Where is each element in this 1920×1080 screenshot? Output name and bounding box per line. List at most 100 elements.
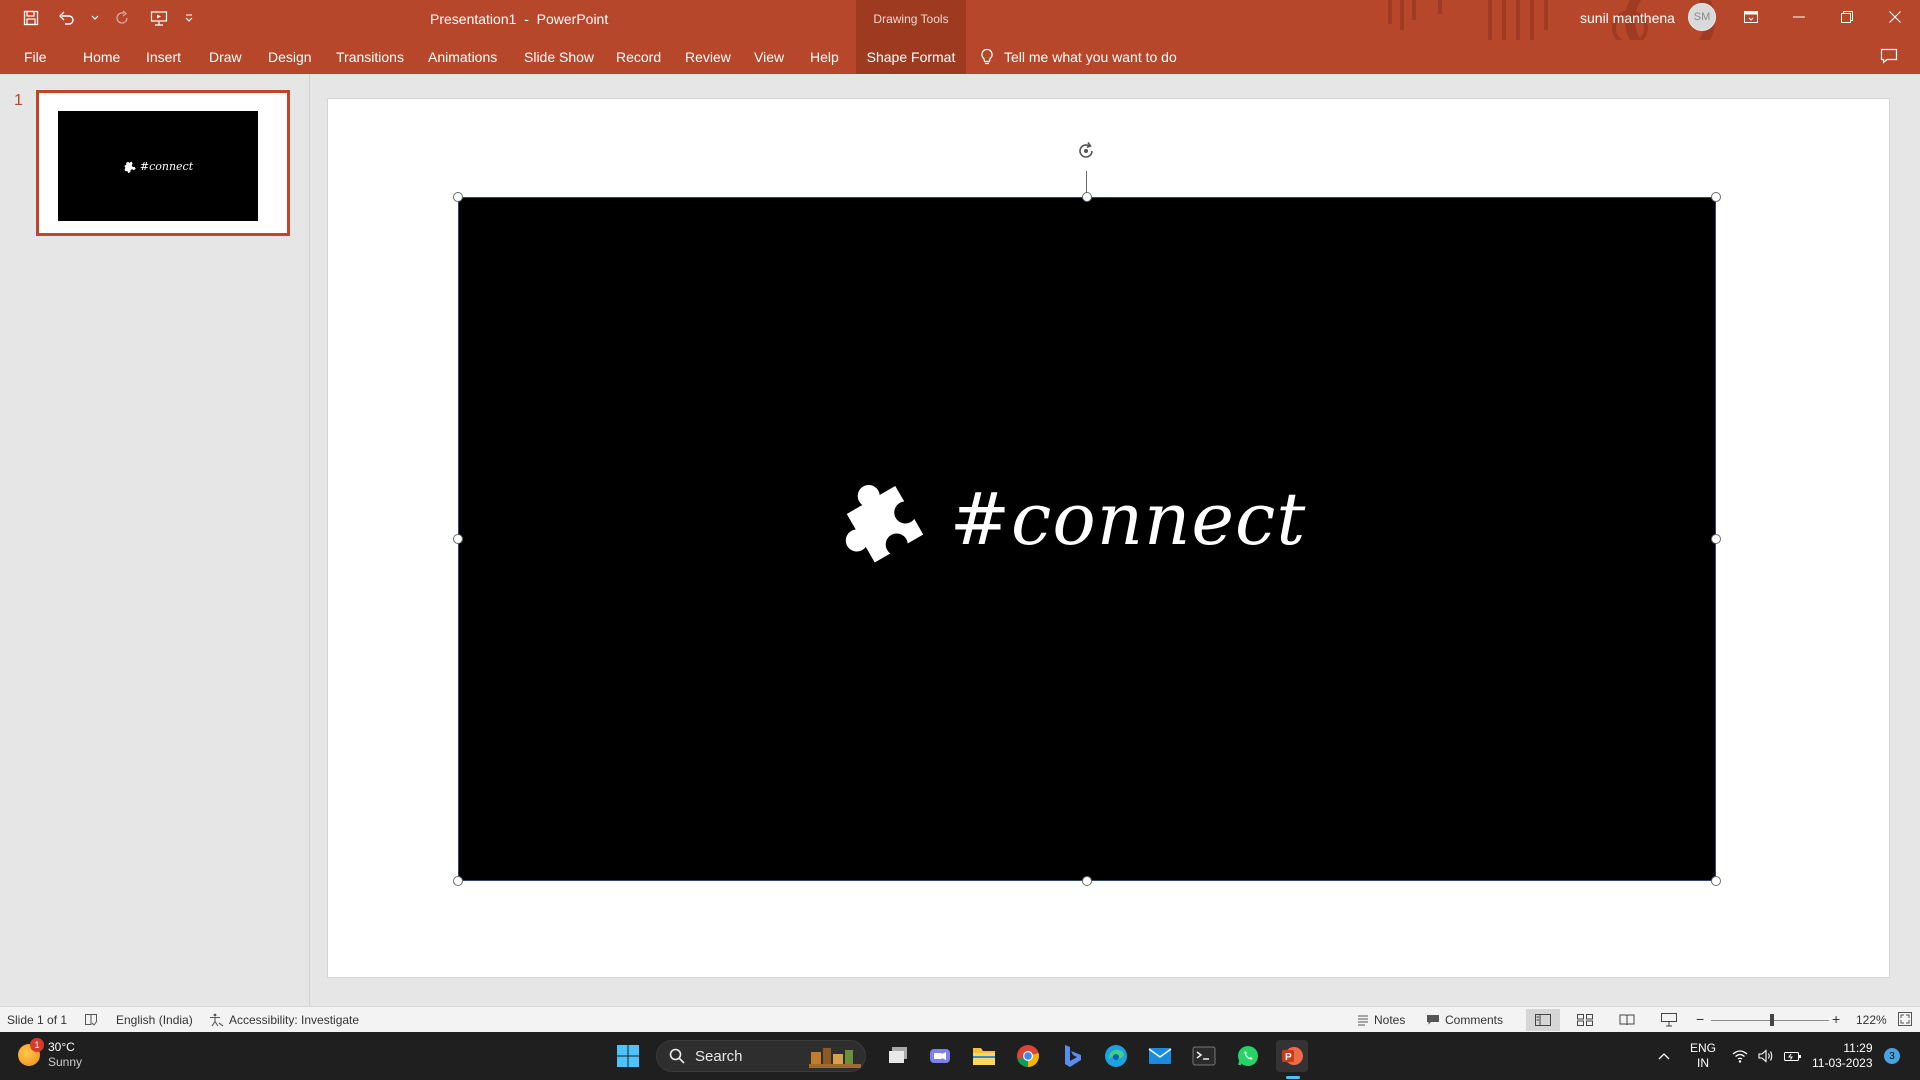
thumbnail-preview: #connect <box>58 111 258 221</box>
ribbon-tabs: File Home Insert Draw Design Transitions… <box>0 40 1920 74</box>
bing-icon[interactable] <box>1056 1040 1088 1072</box>
undo-icon[interactable] <box>54 5 80 31</box>
selected-rectangle-shape[interactable]: #connect <box>458 197 1716 881</box>
customize-qat-icon[interactable] <box>182 5 196 31</box>
comment-icon <box>1880 48 1898 64</box>
tell-me-label: Tell me what you want to do <box>1004 49 1177 65</box>
avatar[interactable]: SM <box>1688 3 1716 31</box>
close-icon <box>1889 11 1901 23</box>
notes-button[interactable]: Notes <box>1357 1013 1405 1027</box>
tab-transitions[interactable]: Transitions <box>336 49 404 65</box>
powerpoint-icon[interactable]: P <box>1276 1040 1308 1072</box>
normal-view-button[interactable] <box>1526 1009 1560 1031</box>
system-tray-icons[interactable] <box>1732 1032 1802 1080</box>
slide-thumbnail[interactable]: #connect <box>36 90 290 236</box>
status-bar: Slide 1 of 1 English (India) Accessibili… <box>0 1006 1920 1032</box>
resize-handle-top-right[interactable] <box>1711 192 1721 202</box>
show-hidden-icons-button[interactable] <box>1658 1032 1670 1080</box>
whatsapp-icon[interactable] <box>1232 1040 1264 1072</box>
clock-time: 11:29 <box>1843 1041 1873 1055</box>
notification-count-badge[interactable]: 3 <box>1884 1048 1900 1064</box>
slide-title-text[interactable]: #connect <box>950 477 1307 561</box>
save-icon[interactable] <box>18 5 44 31</box>
tell-me-search[interactable]: Tell me what you want to do <box>980 48 1177 66</box>
title-separator: - <box>524 11 529 27</box>
close-button[interactable] <box>1872 0 1918 34</box>
slide-number: 1 <box>14 92 23 109</box>
taskbar-search-box[interactable]: Search <box>656 1040 866 1072</box>
file-explorer-icon[interactable] <box>968 1040 1000 1072</box>
tab-draw[interactable]: Draw <box>209 49 242 65</box>
zoom-out-button[interactable]: − <box>1696 1011 1704 1027</box>
region-code: IN <box>1697 1056 1709 1070</box>
thumbnail-text: #connect <box>139 159 194 173</box>
restore-button[interactable] <box>1824 0 1870 34</box>
slide-show-button[interactable] <box>1652 1009 1686 1031</box>
task-view-icon[interactable] <box>882 1040 914 1072</box>
resize-handle-bottom[interactable] <box>1082 876 1092 886</box>
comment-icon <box>1427 1015 1439 1025</box>
terminal-icon[interactable] <box>1188 1040 1220 1072</box>
zoom-slider-thumb[interactable] <box>1770 1014 1774 1026</box>
comments-pane-button[interactable] <box>1880 48 1898 69</box>
puzzle-piece-icon <box>845 484 923 563</box>
language-indicator[interactable]: English (India) <box>116 1013 193 1027</box>
slide[interactable]: #connect <box>327 98 1890 978</box>
tab-design[interactable]: Design <box>268 49 312 65</box>
minimize-button[interactable] <box>1776 0 1822 34</box>
chrome-icon[interactable] <box>1012 1040 1044 1072</box>
battery-icon <box>1784 1052 1801 1061</box>
accessibility-icon <box>210 1013 224 1027</box>
active-app-indicator <box>1286 1076 1300 1079</box>
undo-dropdown-icon[interactable] <box>90 5 100 31</box>
app-name: PowerPoint <box>536 11 609 27</box>
clock-date: 11-03-2023 <box>1812 1056 1873 1070</box>
ribbon-display-options-button[interactable] <box>1728 0 1774 34</box>
tab-insert[interactable]: Insert <box>146 49 181 65</box>
tab-slide-show[interactable]: Slide Show <box>524 49 594 65</box>
slide-sorter-button[interactable] <box>1568 1009 1602 1031</box>
fit-slide-button[interactable] <box>1898 1012 1912 1026</box>
reading-view-button[interactable] <box>1610 1009 1644 1031</box>
contextual-group-label: Drawing Tools <box>873 12 949 26</box>
tab-review[interactable]: Review <box>685 49 731 65</box>
zoom-in-button[interactable]: + <box>1832 1011 1840 1027</box>
teams-icon[interactable] <box>924 1040 956 1072</box>
tab-shape-format[interactable]: Shape Format <box>856 40 966 74</box>
weather-widget[interactable]: 1 30°C Sunny <box>18 1038 82 1070</box>
input-language-indicator[interactable]: ENG IN <box>1690 1032 1716 1080</box>
accessibility-checker[interactable]: Accessibility: Investigate <box>208 1013 359 1027</box>
windows-taskbar: 1 30°C Sunny Search P ENG IN 11:29 11-03… <box>0 1032 1920 1080</box>
edge-icon[interactable] <box>1100 1040 1132 1072</box>
resize-handle-top[interactable] <box>1082 192 1092 202</box>
resize-handle-bottom-left[interactable] <box>453 876 463 886</box>
resize-handle-bottom-right[interactable] <box>1711 876 1721 886</box>
tab-file[interactable]: File <box>24 49 47 65</box>
window-title: Presentation1 - PowerPoint <box>430 11 608 27</box>
user-name[interactable]: sunil manthena <box>1580 10 1675 26</box>
start-from-beginning-icon[interactable] <box>146 5 172 31</box>
zoom-level[interactable]: 122% <box>1856 1013 1887 1027</box>
tab-help[interactable]: Help <box>810 49 839 65</box>
tab-view[interactable]: View <box>754 49 784 65</box>
clock[interactable]: 11:29 11-03-2023 <box>1812 1032 1873 1080</box>
search-highlight-icon <box>809 1048 861 1068</box>
tab-record[interactable]: Record <box>616 49 661 65</box>
slide-editing-area[interactable]: #connect <box>310 74 1920 1006</box>
tab-home[interactable]: Home <box>83 49 120 65</box>
comments-button[interactable]: Comments <box>1426 1013 1503 1027</box>
rotate-handle[interactable] <box>1074 139 1098 163</box>
search-icon <box>669 1048 685 1064</box>
ribbon-display-icon <box>1744 11 1758 23</box>
sun-icon: 1 <box>18 1038 44 1066</box>
resize-handle-right[interactable] <box>1711 534 1721 544</box>
resize-handle-top-left[interactable] <box>453 192 463 202</box>
tab-animations[interactable]: Animations <box>428 49 497 65</box>
spelling-check-icon[interactable] <box>84 1013 98 1026</box>
mail-icon[interactable] <box>1144 1040 1176 1072</box>
windows-start-icon[interactable] <box>612 1040 644 1072</box>
slide-sorter-icon <box>1577 1014 1593 1026</box>
resize-handle-left[interactable] <box>453 534 463 544</box>
wifi-icon <box>1732 1050 1748 1063</box>
slide-thumbnail-pane: 1 #connect <box>0 74 310 1006</box>
